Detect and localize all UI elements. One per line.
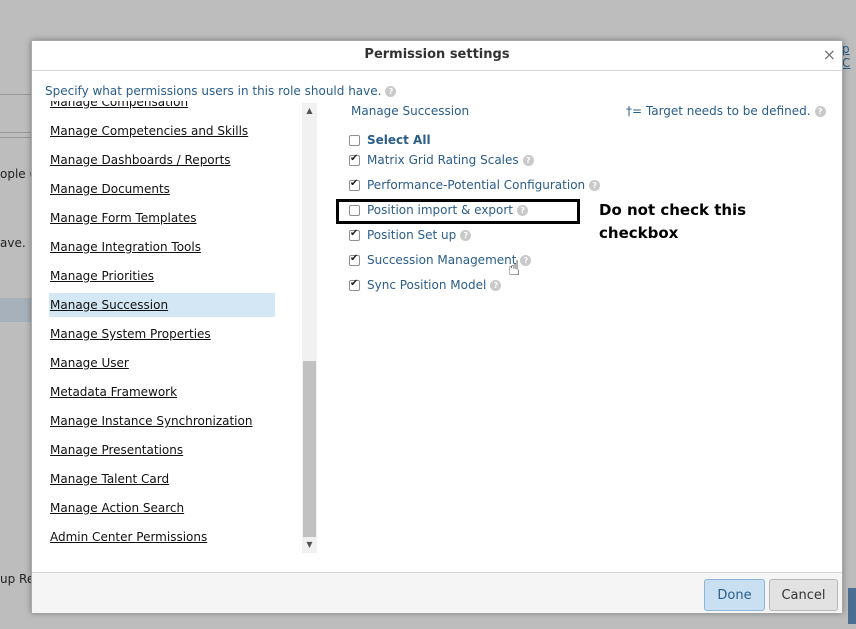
select-all-checkbox[interactable]	[349, 135, 360, 146]
help-icon[interactable]: ?	[814, 106, 826, 117]
permission-row: Performance-Potential Configuration?	[349, 178, 601, 196]
help-icon[interactable]: ?	[490, 280, 502, 291]
help-icon[interactable]: ?	[522, 155, 534, 166]
sync-position-model-checkbox[interactable]	[349, 278, 360, 291]
help-icon[interactable]: ?	[385, 86, 397, 97]
select-all-label[interactable]: Select All	[367, 133, 431, 147]
nav-item-manage-system-properties[interactable]: Manage System Properties	[49, 322, 275, 346]
nav-item-manage-documents[interactable]: Manage Documents	[49, 177, 275, 201]
background-divider	[0, 132, 32, 133]
nav-item-manage-instance-sync[interactable]: Manage Instance Synchronization	[49, 409, 275, 433]
nav-item-manage-form-templates[interactable]: Manage Form Templates	[49, 206, 275, 230]
nav-item-manage-action-search[interactable]: Manage Action Search	[49, 496, 275, 520]
nav-item-manage-presentations[interactable]: Manage Presentations	[49, 438, 275, 462]
background-divider	[0, 94, 32, 95]
nav-item-admin-center-permissions[interactable]: Admin Center Permissions	[49, 525, 275, 549]
nav-item-manage-talent-card[interactable]: Manage Talent Card	[49, 467, 275, 491]
annotation-text: Do not check this checkbox	[599, 199, 799, 245]
target-note: †= Target needs to be defined.?	[626, 104, 826, 118]
scroll-thumb[interactable]	[303, 361, 316, 537]
hand-pointer-icon: ☝	[508, 256, 521, 280]
nav-item-manage-succession[interactable]: Manage Succession	[49, 293, 275, 317]
target-note-label: †= Target needs to be defined.	[626, 104, 811, 118]
cancel-button[interactable]: Cancel	[769, 579, 838, 611]
annotation-line: checkbox	[599, 224, 679, 242]
annotation-line: Do not check this	[599, 201, 747, 219]
nav-item-manage-competencies[interactable]: Manage Competencies and Skills	[49, 119, 275, 143]
scroll-down-icon[interactable]: ▼	[302, 539, 317, 551]
nav-item-manage-user[interactable]: Manage User	[49, 351, 275, 375]
position-set-up-checkbox[interactable]	[349, 228, 360, 241]
dialog-header: Permission settings ×	[32, 41, 842, 71]
background-band	[0, 298, 32, 322]
background-text: ople (	[0, 167, 35, 181]
permission-category-list: Manage Compensation Manage Competencies …	[49, 101, 275, 553]
matrix-grid-checkbox[interactable]	[349, 153, 360, 166]
help-icon[interactable]: ?	[520, 255, 532, 266]
scroll-up-icon[interactable]: ▲	[302, 105, 317, 117]
background-text: ave.	[0, 236, 26, 250]
instruction-text: Specify what permissions users in this r…	[45, 84, 397, 98]
permission-row: Succession Management?	[349, 253, 532, 271]
permission-settings-dialog: Permission settings × Specify what permi…	[31, 40, 843, 613]
nav-item-manage-dashboards[interactable]: Manage Dashboards / Reports	[49, 148, 275, 172]
permission-label[interactable]: Sync Position Model	[367, 278, 486, 292]
permission-label[interactable]: Position Set up	[367, 228, 456, 242]
permission-row: Matrix Grid Rating Scales?	[349, 153, 534, 171]
nav-item-manage-integration-tools[interactable]: Manage Integration Tools	[49, 235, 275, 259]
close-icon[interactable]: ×	[823, 45, 836, 64]
background-bar	[848, 588, 856, 624]
permission-label[interactable]: Matrix Grid Rating Scales	[367, 153, 519, 167]
help-icon[interactable]: ?	[460, 230, 472, 241]
select-all-row: Select All	[349, 133, 431, 151]
dialog-title: Permission settings	[364, 47, 510, 62]
background-link: p C	[842, 42, 851, 70]
nav-item-manage-priorities[interactable]: Manage Priorities	[49, 264, 275, 288]
permission-label[interactable]: Performance-Potential Configuration	[367, 178, 585, 192]
help-icon[interactable]: ?	[589, 180, 601, 191]
nav-item-manage-compensation[interactable]: Manage Compensation	[49, 101, 275, 114]
annotation-highlight-box	[336, 199, 580, 224]
background-divider	[0, 137, 32, 138]
succession-management-checkbox[interactable]	[349, 253, 360, 266]
background-text: up Re	[0, 572, 35, 586]
done-button[interactable]: Done	[704, 579, 765, 611]
instruction-label: Specify what permissions users in this r…	[45, 84, 382, 98]
nav-item-metadata-framework[interactable]: Metadata Framework	[49, 380, 275, 404]
permission-label[interactable]: Succession Management	[367, 253, 516, 267]
performance-potential-checkbox[interactable]	[349, 178, 360, 191]
list-scrollbar[interactable]: ▲ ▼	[302, 103, 317, 553]
section-title: Manage Succession	[351, 104, 470, 118]
permission-row: Sync Position Model?	[349, 278, 502, 296]
permission-row: Position Set up?	[349, 228, 472, 246]
dialog-footer: Done Cancel	[32, 572, 842, 613]
